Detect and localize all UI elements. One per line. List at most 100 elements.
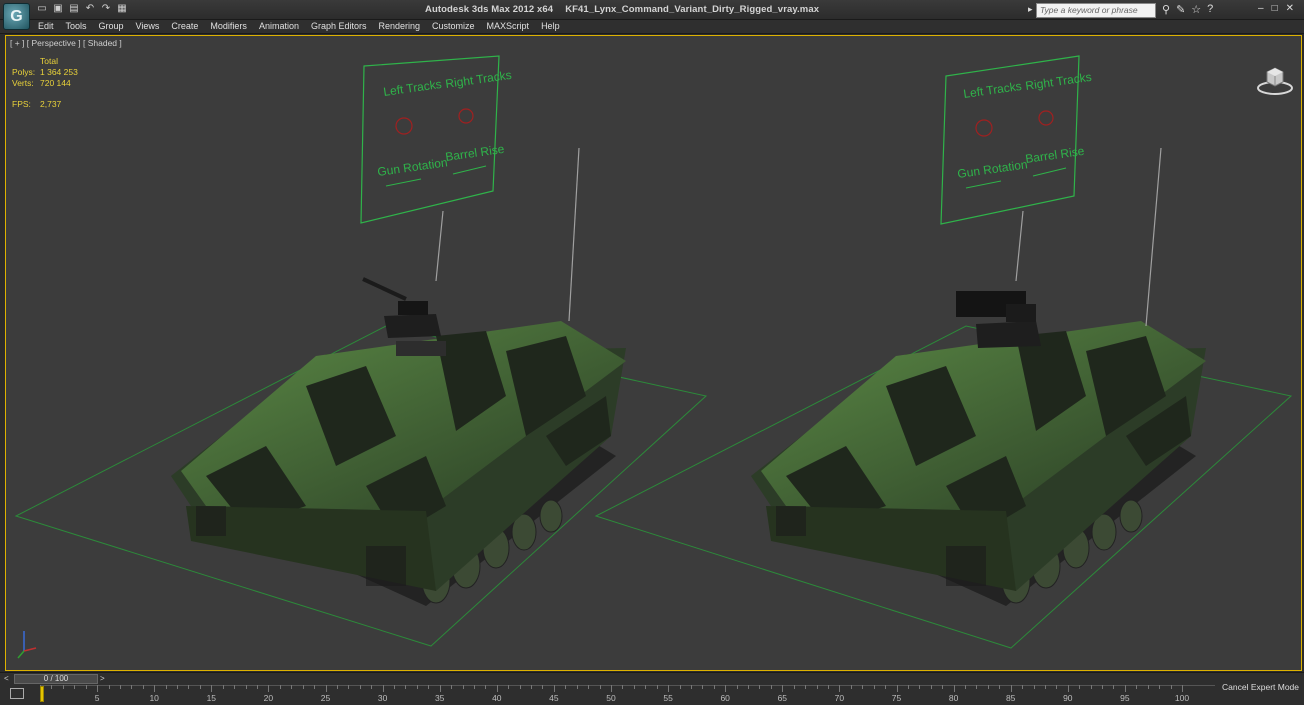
ruler-tick — [1010, 685, 1012, 692]
mini-curve-editor-icon[interactable] — [10, 688, 24, 699]
right-tracks-label-2: Right Tracks — [1024, 70, 1092, 93]
timeline-bar: < 0 / 100 > 5 10 15 20 25 30 35 40 45 50 55 60 65 70 7… — [0, 672, 1304, 705]
ruler-label: 60 — [720, 693, 730, 703]
menu-rendering[interactable]: Rendering — [379, 21, 421, 31]
rig-control-panel-left[interactable]: Left Tracks Right Tracks Gun Rotation Ba… — [360, 55, 512, 224]
menu-animation[interactable]: Animation — [259, 21, 299, 31]
save-icon[interactable]: ▤ — [68, 3, 80, 15]
viewport-label-menu[interactable]: [ + ] [ Perspective ] [ Shaded ] — [10, 38, 122, 48]
ruler-tick — [325, 685, 327, 692]
favorites-star-icon[interactable]: ☆ — [1191, 3, 1201, 16]
ruler-tick — [645, 685, 647, 689]
ruler-tick — [850, 685, 852, 689]
ruler-tick — [633, 685, 635, 689]
fps-label: FPS: — [12, 99, 31, 109]
menu-customize[interactable]: Customize — [432, 21, 475, 31]
viewcube-icon[interactable] — [1256, 66, 1294, 96]
ruler-tick — [51, 685, 53, 689]
ruler-tick — [805, 685, 807, 689]
ruler-tick — [291, 685, 293, 689]
tools-icon[interactable]: ✎ — [1176, 3, 1185, 16]
minimize-icon[interactable]: – — [1258, 3, 1264, 14]
ruler-tick — [256, 685, 258, 689]
rig-control-panel-right[interactable]: Left Tracks Right Tracks Gun Rotation Ba… — [940, 55, 1092, 225]
right-tracks-label: Right Tracks — [444, 68, 512, 91]
viewport-scene: Left Tracks Right Tracks Gun Rotation Ba… — [14, 55, 1293, 659]
menu-tools[interactable]: Tools — [66, 21, 87, 31]
menu-help[interactable]: Help — [541, 21, 560, 31]
ruler-label: 45 — [549, 693, 559, 703]
menu-maxscript[interactable]: MAXScript — [487, 21, 530, 31]
redo-icon[interactable]: ↷ — [100, 3, 112, 15]
ruler-tick — [565, 685, 567, 689]
window-controls: – □ ✕ — [1258, 3, 1294, 14]
ruler-label: 40 — [492, 693, 502, 703]
ruler-label: 90 — [1063, 693, 1073, 703]
viewport-statistics: Total Polys: 1 364 253 Verts: 720 144 FPS:… — [12, 56, 78, 110]
menu-group[interactable]: Group — [99, 21, 124, 31]
left-tracks-label-2: Left Tracks — [962, 79, 1022, 101]
project-icon[interactable]: ▦ — [116, 3, 128, 15]
ruler-tick — [953, 685, 955, 692]
track-bar[interactable]: 5 10 15 20 25 30 35 40 45 50 55 60 65 70 75 80 85 90 95 100 — [40, 685, 1215, 705]
ruler-tick — [907, 685, 909, 689]
ruler-tick — [1056, 685, 1058, 689]
vehicle-right[interactable]: Left Tracks Right Tracks Gun Rotation Ba… — [594, 55, 1293, 649]
vehicle-left[interactable]: Left Tracks Right Tracks Gun Rotation Ba… — [14, 55, 708, 647]
ruler-tick — [131, 685, 133, 689]
barrel-rise-label: Barrel Rise — [444, 142, 505, 164]
menu-create[interactable]: Create — [171, 21, 198, 31]
ruler-tick — [1113, 685, 1115, 689]
maximize-icon[interactable]: □ — [1272, 3, 1278, 14]
ruler-label: 15 — [206, 693, 217, 703]
menu-graph-editors[interactable]: Graph Editors — [311, 21, 367, 31]
ruler-tick — [839, 685, 841, 692]
ruler-tick — [725, 685, 727, 692]
time-slider[interactable]: 0 / 100 — [14, 674, 98, 684]
turret-left — [362, 277, 446, 356]
undo-icon[interactable]: ↶ — [84, 3, 96, 15]
menu-edit[interactable]: Edit — [38, 21, 54, 31]
ruler-tick — [1159, 685, 1161, 689]
ruler-tick — [211, 685, 213, 692]
axis-tripod-icon — [17, 631, 37, 659]
ruler-tick — [1136, 685, 1138, 689]
ruler-tick — [348, 685, 350, 689]
ruler-label: 65 — [777, 693, 788, 703]
ruler-tick — [199, 685, 201, 689]
new-icon[interactable]: ▭ — [36, 3, 48, 15]
search-input[interactable]: Type a keyword or phrase — [1036, 3, 1156, 18]
ruler-tick — [62, 685, 64, 689]
ruler-tick — [222, 685, 224, 689]
ruler-tick — [1033, 685, 1035, 689]
time-cursor[interactable] — [40, 686, 44, 702]
ruler-tick — [439, 685, 441, 692]
ruler-tick — [462, 685, 464, 689]
binoculars-icon[interactable]: ⚲ — [1162, 3, 1170, 16]
app-logo-button[interactable]: G — [3, 3, 30, 30]
time-slider-next-icon[interactable]: > — [100, 674, 105, 683]
ruler-tick — [542, 685, 544, 689]
ruler-tick — [1170, 685, 1172, 689]
menu-views[interactable]: Views — [136, 21, 160, 31]
ruler-tick — [85, 685, 87, 689]
close-icon[interactable]: ✕ — [1286, 3, 1294, 14]
ruler-tick — [1022, 685, 1024, 689]
ruler-tick — [1044, 685, 1046, 689]
time-slider-prev-icon[interactable]: < — [4, 674, 9, 683]
ruler-tick — [736, 685, 738, 689]
menu-modifiers[interactable]: Modifiers — [210, 21, 247, 31]
ruler-tick — [599, 685, 601, 689]
ruler-tick — [862, 685, 864, 689]
ruler-tick — [919, 685, 921, 689]
ruler-tick — [416, 685, 418, 689]
ruler-tick — [336, 685, 338, 689]
perspective-viewport[interactable]: Left Tracks Right Tracks Gun Rotation Ba… — [5, 35, 1302, 671]
menu-bar: Edit Tools Group Views Create Modifiers … — [0, 20, 1304, 34]
help-icon[interactable]: ? — [1207, 3, 1213, 16]
cancel-expert-mode-button[interactable]: Cancel Expert Mode — [1222, 682, 1299, 692]
ruler-tick — [702, 685, 704, 689]
search-expand-icon[interactable]: ▸ — [1028, 4, 1033, 15]
open-icon[interactable]: ▣ — [52, 3, 64, 15]
stats-total-header: Total — [40, 56, 58, 66]
